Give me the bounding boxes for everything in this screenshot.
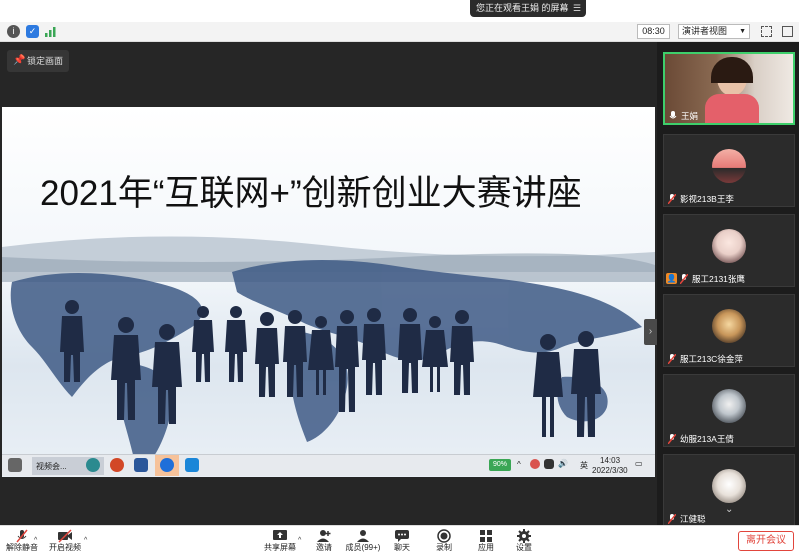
settings-icon — [517, 529, 531, 543]
participant-name: 服工213C徐金萍 — [664, 352, 743, 366]
collapse-panel-chevron-icon[interactable]: › — [644, 319, 657, 345]
participant-tile[interactable]: 服工213C徐金萍 — [663, 294, 795, 367]
menu-icon[interactable]: ☰ — [573, 0, 581, 17]
avatar — [712, 389, 746, 423]
chat-button[interactable]: 聊天 — [388, 529, 416, 552]
participant-name: 江健聪 — [664, 512, 706, 526]
scroll-down-chevron-icon[interactable]: ⌄ — [725, 504, 733, 515]
avatar — [712, 229, 746, 263]
browser-icon[interactable] — [86, 458, 100, 472]
notification-icon[interactable]: ▭ — [635, 459, 643, 468]
info-icon[interactable]: i — [7, 25, 20, 38]
apps-button[interactable]: 应用 — [472, 529, 500, 552]
participant-name: 影视213B王李 — [664, 192, 734, 206]
video-off-icon — [58, 529, 72, 543]
taskbar-app-label: 视频会... — [36, 462, 67, 471]
participant-name: 👤 服工2131张鹰 — [666, 273, 745, 284]
shield-icon[interactable]: ✓ — [26, 25, 39, 38]
shared-screen-stage: 📌 锁定画面 2021年“互联网+”创新创业大赛讲座 视频会... 90% ^ … — [0, 42, 657, 525]
mic-muted-icon — [16, 529, 28, 543]
participant-tile[interactable]: 影视213B王李 — [663, 134, 795, 207]
chevron-up-icon[interactable]: ^ — [298, 537, 301, 544]
apps-icon — [480, 530, 492, 542]
meeting-toolbar: i ✓ 08:30 演讲者视图 ▼ — [0, 22, 799, 42]
word-icon[interactable] — [134, 458, 148, 472]
chat-icon — [395, 530, 409, 542]
meeting-controls-bar: 解除静音 ^ 开启视频 ^ 共享屏幕 ^ 邀请 成员(99+) 聊天 录制 应用… — [0, 525, 799, 552]
taskbar-time: 14:03 — [600, 456, 621, 465]
members-button[interactable]: 成员(99+) — [343, 529, 383, 552]
participant-name: 幼服213A王倩 — [664, 432, 734, 446]
avatar — [712, 309, 746, 343]
ime-indicator[interactable]: 英 — [580, 460, 588, 471]
record-icon — [437, 529, 451, 543]
chevron-up-icon[interactable]: ^ — [84, 537, 87, 544]
battery-indicator: 90% — [489, 459, 511, 471]
chevron-down-icon: ▼ — [739, 28, 746, 35]
participant-name: 王娟 — [665, 109, 698, 123]
meeting-timer: 08:30 — [637, 24, 670, 39]
tray-screen-icon[interactable] — [544, 459, 554, 469]
settings-button[interactable]: 设置 — [510, 529, 538, 552]
participant-tile[interactable]: 江健聪 — [663, 454, 795, 527]
share-screen-button[interactable]: 共享屏幕 — [262, 529, 298, 552]
participants-panel: 王娟 影视213B王李 👤 服工2131张鹰 服工213C徐金萍 幼服213A王… — [657, 42, 799, 527]
slide-title: 2021年“互联网+”创新创业大赛讲座 — [40, 174, 582, 213]
invite-icon — [317, 530, 331, 542]
tray-app-icon[interactable] — [530, 459, 540, 469]
participant-tile[interactable]: 王娟 — [663, 52, 795, 125]
app-icon[interactable] — [185, 458, 199, 472]
fullscreen-icon[interactable] — [761, 26, 772, 37]
avatar — [712, 469, 746, 503]
view-mode-dropdown[interactable]: 演讲者视图 ▼ — [678, 24, 750, 39]
window-top-bar: 您正在观看王娟 的屏幕 ☰ — [0, 0, 799, 22]
mic-muted-icon — [668, 194, 676, 204]
meeting-app-icon[interactable] — [160, 458, 174, 472]
members-icon — [357, 530, 369, 542]
participant-tile[interactable]: 👤 服工2131张鹰 — [663, 214, 795, 287]
avatar — [712, 149, 746, 183]
leave-meeting-button[interactable]: 离开会议 — [738, 531, 794, 551]
banner-text: 您正在观看王娟 的屏幕 — [476, 3, 569, 13]
participant-tile[interactable]: 幼服213A王倩 — [663, 374, 795, 447]
volume-icon[interactable]: 🔊 — [558, 459, 568, 468]
record-button[interactable]: 录制 — [430, 529, 458, 552]
sidebar-toggle-icon[interactable] — [782, 26, 793, 37]
view-mode-label: 演讲者视图 — [682, 26, 728, 36]
host-badge-icon: 👤 — [666, 273, 677, 284]
taskbar-date: 2022/3/30 — [592, 466, 628, 475]
viewing-screen-banner[interactable]: 您正在观看王娟 的屏幕 ☰ — [470, 0, 586, 17]
mic-muted-icon — [680, 274, 688, 284]
pin-icon: 📌 — [13, 55, 26, 66]
mic-muted-icon — [668, 434, 676, 444]
powerpoint-icon[interactable] — [110, 458, 124, 472]
lock-view-label: 锁定画面 — [27, 56, 64, 66]
presentation-slide: 2021年“互联网+”创新创业大赛讲座 — [2, 107, 655, 477]
mic-muted-icon — [668, 354, 676, 364]
tray-chevron-icon[interactable]: ^ — [517, 460, 521, 469]
lock-view-button[interactable]: 📌 锁定画面 — [7, 50, 69, 72]
shared-taskbar: 视频会... 90% ^ 🔊 英 14:03 2022/3/30 ▭ — [2, 454, 655, 476]
chevron-up-icon[interactable]: ^ — [34, 537, 37, 544]
start-video-button[interactable]: 开启视频 — [46, 529, 84, 552]
invite-button[interactable]: 邀请 — [310, 529, 338, 552]
windows-icon[interactable] — [8, 458, 22, 472]
mic-muted-icon — [668, 514, 676, 524]
mic-icon — [669, 111, 677, 119]
world-map-business-silhouettes — [2, 236, 655, 472]
signal-icon[interactable] — [44, 25, 57, 38]
share-screen-icon — [273, 530, 287, 540]
